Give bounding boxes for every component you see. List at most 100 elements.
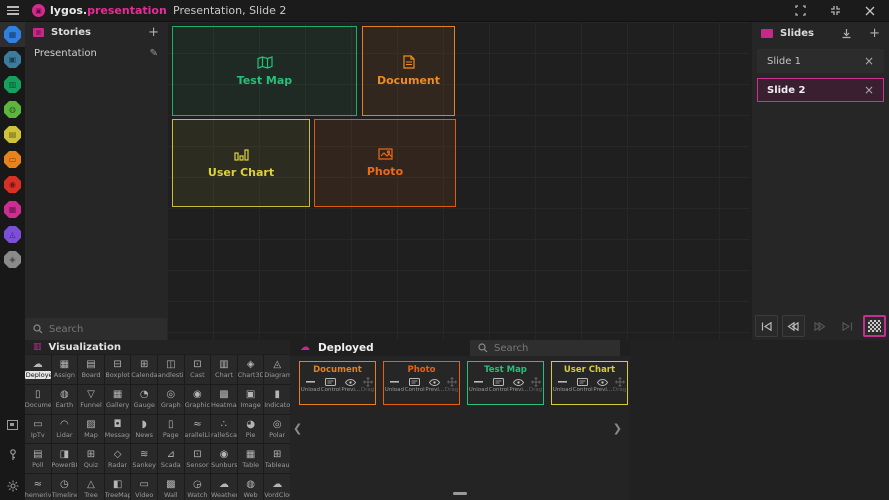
tools-icon[interactable] bbox=[8, 446, 18, 465]
viz-item-cast[interactable]: ⊡Cast bbox=[185, 355, 211, 384]
unload-control[interactable]: Unload bbox=[553, 377, 572, 393]
app-misc-icon[interactable]: ◈ bbox=[0, 247, 25, 272]
control-control[interactable]: Control bbox=[321, 377, 341, 393]
viz-item-poll[interactable]: ▤Poll bbox=[25, 444, 51, 473]
hamburger-menu-icon[interactable] bbox=[0, 0, 25, 22]
viz-item-rallescat[interactable]: ∴ralleScat bbox=[211, 415, 237, 444]
viz-item-wall[interactable]: ▩Wall bbox=[158, 474, 184, 500]
add-slide-button[interactable]: + bbox=[869, 27, 880, 40]
canvas-tile-user-chart[interactable]: User Chart bbox=[172, 119, 310, 207]
unload-control[interactable]: Unload bbox=[469, 377, 488, 393]
viz-item-news[interactable]: ◗News bbox=[131, 415, 157, 444]
viz-item-image[interactable]: ▣Image bbox=[238, 385, 264, 414]
slide-item-1[interactable]: Slide 1 × bbox=[757, 49, 884, 73]
unload-control[interactable]: Unload bbox=[385, 377, 404, 393]
panel-resize-handle[interactable] bbox=[453, 492, 467, 495]
slide-canvas[interactable]: Test Map Document User Chart Photo bbox=[167, 22, 750, 340]
download-slides-icon[interactable] bbox=[841, 24, 852, 43]
viz-item-gauge[interactable]: ◔Gauge bbox=[131, 385, 157, 414]
viz-item-vordclou[interactable]: ☁VordClou bbox=[264, 474, 290, 500]
deployed-card-test-map[interactable]: Test MapUnloadControlPrevi...Drag bbox=[467, 361, 544, 405]
app-chart-green-icon[interactable]: ▥ bbox=[0, 72, 25, 97]
canvas-tile-photo[interactable]: Photo bbox=[314, 119, 456, 207]
control-control[interactable]: Control bbox=[489, 377, 509, 393]
story-item-presentation[interactable]: Presentation ✎ bbox=[25, 42, 167, 64]
viz-item-powerbi[interactable]: ◨PowerBI bbox=[52, 444, 78, 473]
carousel-next-icon[interactable]: ❯ bbox=[613, 422, 622, 435]
carousel-prev-icon[interactable]: ❮ bbox=[293, 422, 302, 435]
viz-item-heatmap[interactable]: ▩Heatmap bbox=[211, 385, 237, 414]
deployed-card-user-chart[interactable]: User ChartUnloadControlPrevi...Drag bbox=[551, 361, 628, 405]
viz-item-indicator[interactable]: ▮Indicator bbox=[264, 385, 290, 414]
deployed-card-photo[interactable]: PhotoUnloadControlPrevi...Drag bbox=[383, 361, 460, 405]
skip-end-button[interactable] bbox=[836, 315, 859, 337]
viz-item-assign[interactable]: ▦Assign bbox=[52, 355, 78, 384]
viz-item-pie[interactable]: ◕Pie bbox=[238, 415, 264, 444]
viz-item-iptv[interactable]: ▭IpTv bbox=[25, 415, 51, 444]
viz-item-board[interactable]: ▤Board bbox=[78, 355, 104, 384]
deployed-search-input[interactable] bbox=[494, 343, 612, 354]
step-forward-button[interactable] bbox=[809, 315, 832, 337]
viz-item-calendar[interactable]: ⊞Calendar bbox=[131, 355, 157, 384]
viz-item-documen[interactable]: ▯Documen bbox=[25, 385, 51, 414]
app-cube-icon[interactable]: ▣ bbox=[0, 47, 25, 72]
stories-search-input[interactable] bbox=[49, 324, 159, 335]
panels-icon[interactable] bbox=[7, 415, 18, 434]
deployed-card-document[interactable]: DocumentUnloadControlPrevi...Drag bbox=[299, 361, 376, 405]
control-control[interactable]: Control bbox=[405, 377, 425, 393]
viz-item-graph[interactable]: ◎Graph bbox=[158, 385, 184, 414]
preview-control[interactable]: Previ... bbox=[341, 377, 360, 393]
viz-item-table[interactable]: ▦Table bbox=[238, 444, 264, 473]
viz-item-boxplot[interactable]: ⊟Boxplot bbox=[105, 355, 131, 384]
viz-item-radar[interactable]: ◇Radar bbox=[105, 444, 131, 473]
step-back-button[interactable] bbox=[782, 315, 805, 337]
viz-item-video[interactable]: ▭Video bbox=[131, 474, 157, 500]
viz-item-timeline[interactable]: ◷Timeline bbox=[52, 474, 78, 500]
transition-pattern-button[interactable] bbox=[863, 315, 886, 337]
remove-slide-icon[interactable]: × bbox=[864, 55, 874, 67]
close-icon[interactable] bbox=[865, 6, 875, 16]
viz-item-quiz[interactable]: ⊞Quiz bbox=[78, 444, 104, 473]
viz-item-andlestic[interactable]: ◫andlestic bbox=[158, 355, 184, 384]
viz-item-treemap[interactable]: ◧TreeMap bbox=[105, 474, 131, 500]
viz-item-hemerive[interactable]: ≈hemerive bbox=[25, 474, 51, 500]
remove-slide-icon[interactable]: × bbox=[864, 84, 874, 96]
viz-item-arallellin[interactable]: ≈arallelLin bbox=[185, 415, 211, 444]
viz-item-sunburst[interactable]: ◉Sunburst bbox=[211, 444, 237, 473]
viz-item-deployed[interactable]: ☁Deployed bbox=[25, 355, 51, 384]
viz-item-chart3d[interactable]: ◈Chart3D bbox=[238, 355, 264, 384]
viz-item-sankey[interactable]: ≋Sankey bbox=[131, 444, 157, 473]
preview-control[interactable]: Previ... bbox=[509, 377, 528, 393]
canvas-tile-document[interactable]: Document bbox=[362, 26, 455, 116]
app-tree-icon[interactable]: ◍ bbox=[0, 97, 25, 122]
viz-item-gallery[interactable]: ▦Gallery bbox=[105, 385, 131, 414]
app-server-icon[interactable]: ▭ bbox=[0, 147, 25, 172]
preview-control[interactable]: Previ... bbox=[593, 377, 612, 393]
app-network-icon[interactable]: ◬ bbox=[0, 222, 25, 247]
control-control[interactable]: Control bbox=[573, 377, 593, 393]
fullscreen-icon[interactable] bbox=[795, 5, 806, 16]
app-sign-icon[interactable]: ◉ bbox=[0, 172, 25, 197]
viz-item-map[interactable]: ▨Map bbox=[78, 415, 104, 444]
viz-item-messager[interactable]: ◘Messager bbox=[105, 415, 131, 444]
viz-item-lidar[interactable]: ◠Lidar bbox=[52, 415, 78, 444]
viz-item-funnel[interactable]: ▽Funnel bbox=[78, 385, 104, 414]
viz-item-scada[interactable]: ⊿Scada bbox=[158, 444, 184, 473]
viz-item-sensor[interactable]: ⊡Sensor bbox=[185, 444, 211, 473]
viz-item-chart[interactable]: ▥Chart bbox=[211, 355, 237, 384]
slide-item-2[interactable]: Slide 2 × bbox=[757, 78, 884, 102]
viz-item-tree[interactable]: △Tree bbox=[78, 474, 104, 500]
app-dashboard-icon[interactable]: ▦ bbox=[0, 22, 25, 47]
viz-item-web[interactable]: ◍Web bbox=[238, 474, 264, 500]
viz-item-page[interactable]: ▯Page bbox=[158, 415, 184, 444]
skip-start-button[interactable] bbox=[755, 315, 778, 337]
exit-fullscreen-icon[interactable] bbox=[830, 5, 841, 16]
edit-story-icon[interactable]: ✎ bbox=[150, 48, 158, 59]
app-grid-pink-icon[interactable]: ▦ bbox=[0, 197, 25, 222]
viz-item-diagram[interactable]: ◬Diagram bbox=[264, 355, 290, 384]
viz-item-earth[interactable]: ◍Earth bbox=[52, 385, 78, 414]
app-chart-yellow-icon[interactable]: ▤ bbox=[0, 122, 25, 147]
viz-item-graphic[interactable]: ◉Graphic bbox=[185, 385, 211, 414]
settings-gear-icon[interactable] bbox=[7, 477, 19, 496]
viz-item-weather[interactable]: ☁Weather bbox=[211, 474, 237, 500]
